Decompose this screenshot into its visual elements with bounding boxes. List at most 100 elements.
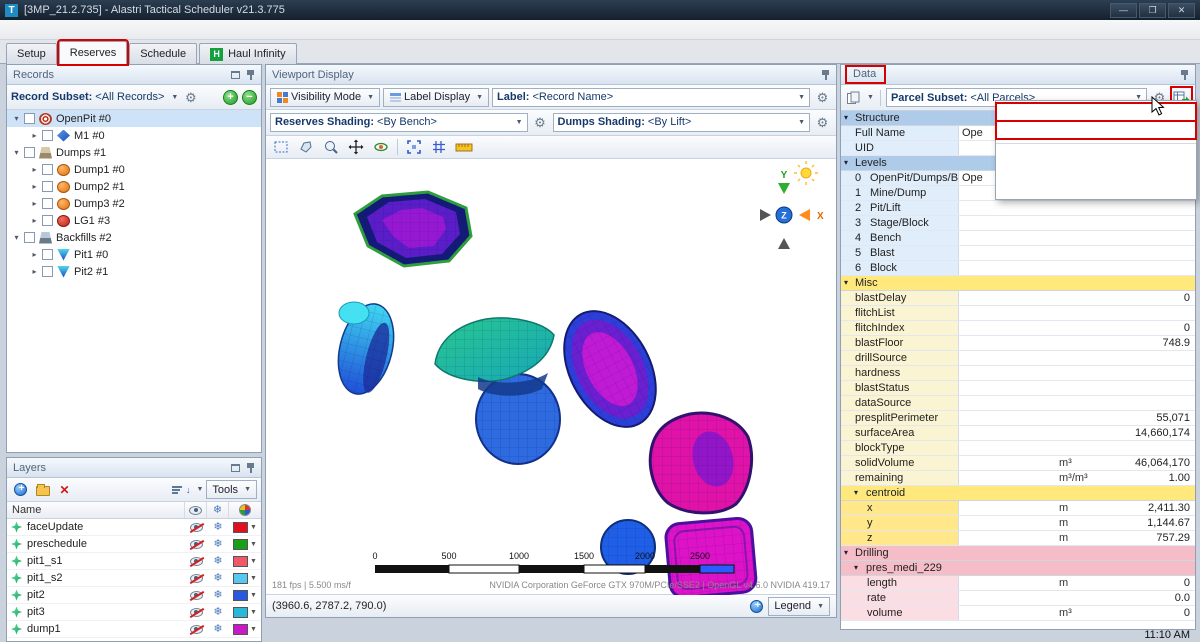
layer-visibility-toggle[interactable]: [185, 519, 207, 535]
reserves-shading-settings-button[interactable]: ⚙: [531, 113, 550, 132]
record-checkbox[interactable]: [42, 181, 53, 192]
property-row[interactable]: 2 Pit/Lift: [841, 201, 1195, 216]
solid-horn-center[interactable]: [435, 318, 560, 464]
report-layout-button[interactable]: ▼: [845, 88, 875, 107]
expander-icon[interactable]: [29, 182, 40, 191]
solid-capsule-cap[interactable]: [339, 302, 369, 324]
viewport-canvas[interactable]: Y Z X 0 500 1000 1500 2000 2500: [266, 159, 836, 595]
expander-icon[interactable]: [11, 148, 22, 157]
property-row[interactable]: 6 Block: [841, 261, 1195, 276]
property-row[interactable]: 3 Stage/Block: [841, 216, 1195, 231]
layer-color-picker[interactable]: ▼: [229, 604, 261, 620]
collapse-icon[interactable]: [844, 158, 848, 167]
tab[interactable]: Schedule: [129, 43, 197, 64]
visibility-mode-button[interactable]: Visibility Mode ▼: [270, 88, 380, 107]
property-row[interactable]: solidVolume m³ 46,064,170: [841, 456, 1195, 471]
layer-row[interactable]: pit3 ❄ ▼: [7, 604, 261, 621]
legend-button[interactable]: Legend ▼: [768, 597, 830, 616]
property-row[interactable]: 4 Bench: [841, 231, 1195, 246]
property-row[interactable]: length m 0: [841, 576, 1195, 591]
sort-layers-button[interactable]: ↓ ▼: [171, 480, 204, 499]
record-tree-item[interactable]: Dump3 #2: [7, 195, 261, 212]
record-checkbox[interactable]: [24, 113, 35, 124]
label-settings-button[interactable]: ⚙: [813, 88, 832, 107]
visibility-column-header[interactable]: [185, 502, 207, 518]
remove-layer-button[interactable]: ✕: [55, 480, 74, 499]
property-row[interactable]: centroid: [841, 486, 1195, 501]
context-menu-item[interactable]: [996, 143, 1196, 161]
solid-openpit-top[interactable]: [355, 192, 471, 266]
layer-visibility-toggle[interactable]: [185, 570, 207, 586]
property-row[interactable]: flitchList: [841, 306, 1195, 321]
property-row[interactable]: blastDelay 0: [841, 291, 1195, 306]
layer-color-picker[interactable]: ▼: [229, 519, 261, 535]
layer-visibility-toggle[interactable]: [185, 536, 207, 552]
context-menu-item[interactable]: [996, 103, 1196, 121]
expander-icon[interactable]: [29, 250, 40, 259]
property-row[interactable]: drillSource: [841, 351, 1195, 366]
label-display-button[interactable]: Label Display ▼: [383, 88, 489, 107]
name-column-header[interactable]: Name: [7, 502, 185, 518]
property-row[interactable]: Drilling: [841, 546, 1195, 561]
expander-icon[interactable]: [29, 216, 40, 225]
record-tree-item[interactable]: Dumps #1: [7, 144, 261, 161]
menu-item[interactable]: [40, 28, 58, 32]
context-menu-item[interactable]: [996, 161, 1196, 179]
dumps-shading-combo[interactable]: Dumps Shading: <By Lift> ▼: [553, 113, 811, 132]
collapse-icon[interactable]: [844, 548, 848, 557]
label-combo[interactable]: Label: <Record Name> ▼: [492, 88, 810, 107]
menu-item[interactable]: [22, 28, 40, 32]
record-tree-item[interactable]: Dump2 #1: [7, 178, 261, 195]
layer-row[interactable]: pit1_s2 ❄ ▼: [7, 570, 261, 587]
open-layer-button[interactable]: [33, 480, 52, 499]
marquee-select-button[interactable]: [270, 137, 292, 157]
expander-icon[interactable]: [29, 267, 40, 276]
polygon-select-button[interactable]: [295, 137, 317, 157]
collapse-all-button[interactable]: −: [242, 90, 257, 105]
record-subset-value[interactable]: <All Records>: [95, 91, 164, 103]
layer-tools-button[interactable]: Tools ▼: [206, 480, 257, 499]
add-layer-button[interactable]: [11, 480, 30, 499]
globe-icon[interactable]: [750, 600, 763, 613]
record-tree-item[interactable]: M1 #0: [7, 127, 261, 144]
property-row[interactable]: x m 2,411.30: [841, 501, 1195, 516]
layer-row[interactable]: pit1_s1 ❄ ▼: [7, 553, 261, 570]
record-checkbox[interactable]: [42, 130, 53, 141]
layer-color-picker[interactable]: ▼: [229, 587, 261, 603]
record-checkbox[interactable]: [24, 232, 35, 243]
layer-freeze-toggle[interactable]: ❄: [207, 621, 229, 637]
pin-panel-icon[interactable]: [246, 69, 255, 81]
property-row[interactable]: hardness: [841, 366, 1195, 381]
expander-icon[interactable]: [11, 114, 22, 123]
pan-button[interactable]: [345, 137, 367, 157]
record-checkbox[interactable]: [42, 249, 53, 260]
collapse-icon[interactable]: [854, 563, 858, 572]
expander-icon[interactable]: [29, 165, 40, 174]
expand-all-button[interactable]: +: [223, 90, 238, 105]
property-row[interactable]: y m 1,144.67: [841, 516, 1195, 531]
property-row[interactable]: Misc: [841, 276, 1195, 291]
property-row[interactable]: pres_medi_229: [841, 561, 1195, 576]
layer-visibility-toggle[interactable]: [185, 553, 207, 569]
property-row[interactable]: surfaceArea 14,660,174: [841, 426, 1195, 441]
layer-row[interactable]: preschedule ❄ ▼: [7, 536, 261, 553]
layer-row[interactable]: pit2 ❄ ▼: [7, 587, 261, 604]
property-row[interactable]: flitchIndex 0: [841, 321, 1195, 336]
axis-gizmo[interactable]: Y Z X: [760, 161, 824, 249]
reserves-shading-combo[interactable]: Reserves Shading: <By Bench> ▼: [270, 113, 528, 132]
record-checkbox[interactable]: [42, 266, 53, 277]
collapse-icon[interactable]: [854, 488, 858, 497]
grid-toggle-button[interactable]: [428, 137, 450, 157]
chevron-down-icon[interactable]: ▼: [167, 94, 178, 101]
layer-row[interactable]: faceUpdate ❄ ▼: [7, 519, 261, 536]
tab[interactable]: Setup: [6, 43, 57, 64]
record-tree-item[interactable]: LG1 #3: [7, 212, 261, 229]
expander-icon[interactable]: [11, 233, 22, 242]
record-tree-item[interactable]: Pit1 #0: [7, 246, 261, 263]
collapse-icon[interactable]: [844, 278, 848, 287]
layer-freeze-toggle[interactable]: ❄: [207, 553, 229, 569]
layer-row[interactable]: dump1 ❄ ▼: [7, 621, 261, 638]
context-menu-item[interactable]: [996, 179, 1196, 197]
minimize-button[interactable]: —: [1110, 3, 1137, 18]
record-subset-settings-button[interactable]: ⚙: [181, 88, 200, 107]
